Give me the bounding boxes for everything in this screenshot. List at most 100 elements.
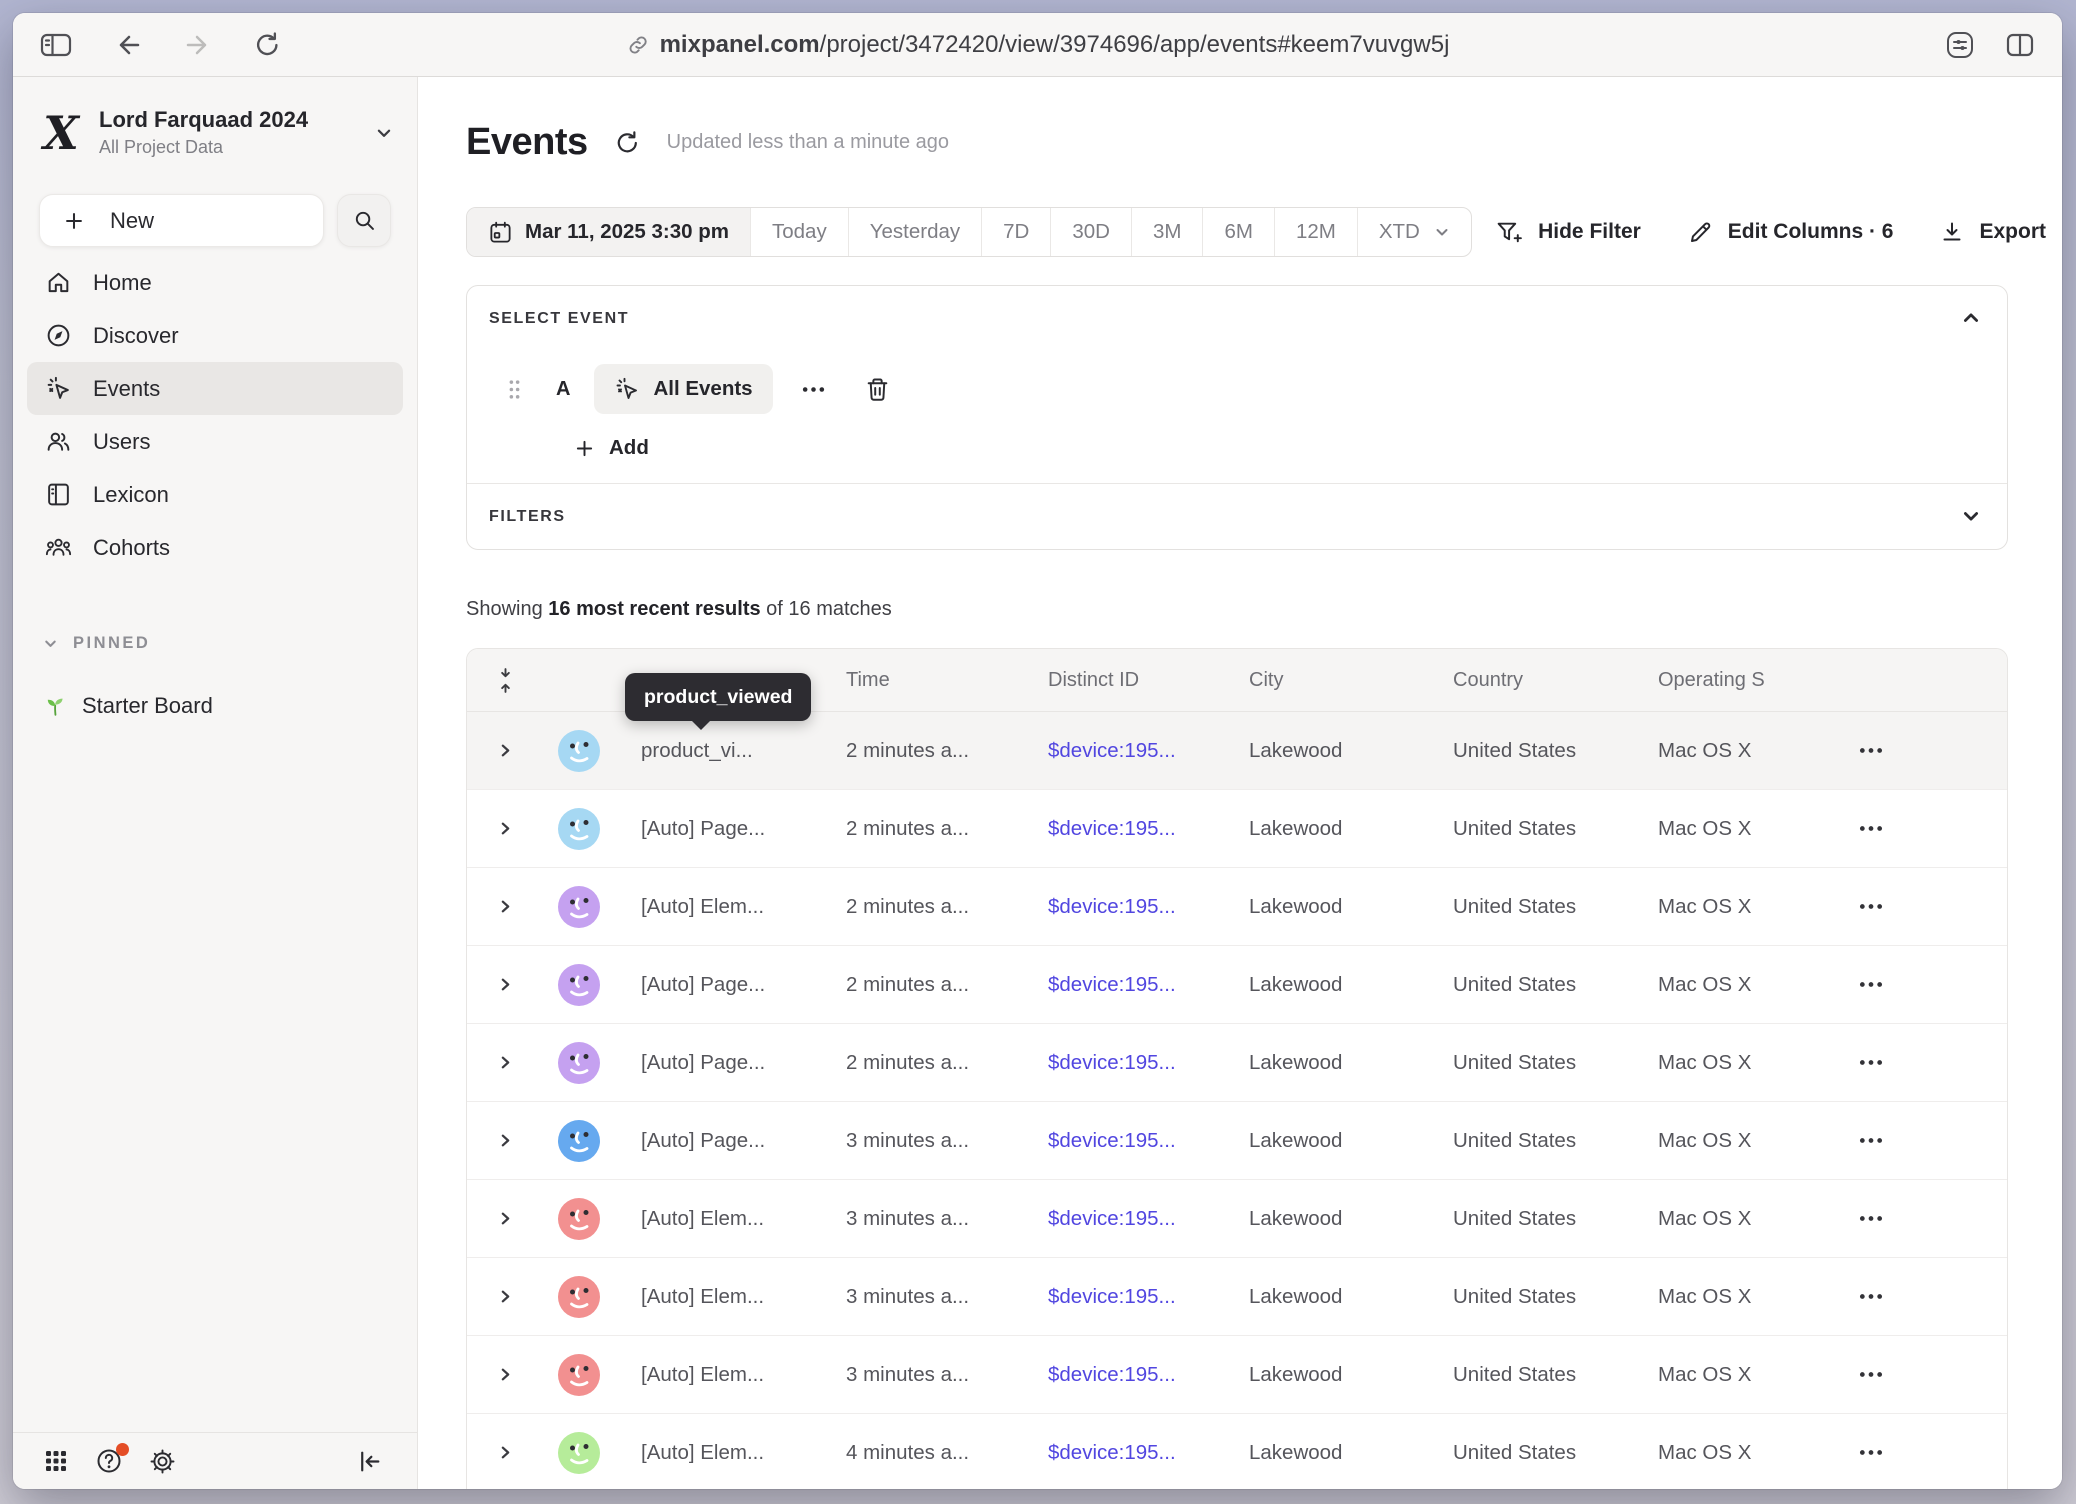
distinct-id-link[interactable]: $device:195... — [1048, 895, 1249, 919]
row-actions-icon[interactable] — [1858, 1136, 1888, 1145]
expand-row-icon[interactable] — [497, 1132, 514, 1149]
back-icon[interactable] — [113, 30, 143, 60]
date-range-6m[interactable]: 6M — [1202, 208, 1273, 256]
table-row[interactable]: [Auto] Elem...3 minutes a...$device:195.… — [467, 1258, 2007, 1336]
date-range-xtd[interactable]: XTD — [1357, 208, 1471, 256]
column-header-country[interactable]: Country — [1453, 669, 1658, 692]
reload-icon[interactable] — [253, 30, 282, 59]
date-range-custom[interactable]: Mar 11, 2025 3:30 pm — [467, 208, 750, 256]
expand-row-icon[interactable] — [497, 1444, 514, 1461]
column-header-distinct-id[interactable]: Distinct ID — [1048, 669, 1249, 692]
distinct-id-link[interactable]: $device:195... — [1048, 1129, 1249, 1153]
address-bar[interactable]: mixpanel.com/project/3472420/view/397469… — [626, 13, 1450, 77]
time-cell: 3 minutes a... — [846, 1363, 1048, 1387]
forward-icon[interactable] — [183, 30, 213, 60]
date-range-3m[interactable]: 3M — [1131, 208, 1202, 256]
more-options-icon[interactable] — [801, 385, 826, 394]
expand-row-icon[interactable] — [497, 898, 514, 915]
city-cell: Lakewood — [1249, 895, 1453, 919]
sidebar-item-discover[interactable]: Discover — [27, 309, 403, 362]
table-row[interactable]: [Auto] Page...2 minutes a...$device:195.… — [467, 946, 2007, 1024]
distinct-id-link[interactable]: $device:195... — [1048, 1285, 1249, 1309]
expand-row-icon[interactable] — [497, 1054, 514, 1071]
city-cell: Lakewood — [1249, 817, 1453, 841]
row-actions-icon[interactable] — [1858, 1292, 1888, 1301]
table-row[interactable]: [Auto] Elem...3 minutes a...$device:195.… — [467, 1180, 2007, 1258]
sidebar-item-lexicon[interactable]: Lexicon — [27, 468, 403, 521]
date-range-today[interactable]: Today — [750, 208, 848, 256]
os-cell: Mac OS X — [1658, 1441, 1840, 1465]
table-row[interactable]: [Auto] Page...2 minutes a...$device:195.… — [467, 1024, 2007, 1102]
date-range-yesterday[interactable]: Yesterday — [848, 208, 981, 256]
link-icon — [626, 33, 650, 57]
pinned-section-header[interactable]: PINNED — [43, 634, 417, 653]
sidebar-item-events[interactable]: Events — [27, 362, 403, 415]
table-row[interactable]: [Auto] Elem...3 minutes a...$device:195.… — [467, 1336, 2007, 1414]
time-cell: 2 minutes a... — [846, 817, 1048, 841]
distinct-id-link[interactable]: $device:195... — [1048, 1441, 1249, 1465]
hide-filter-button[interactable]: Hide Filter — [1495, 219, 1641, 246]
row-actions-icon[interactable] — [1858, 1370, 1888, 1379]
chevron-down-icon[interactable] — [1961, 506, 1981, 526]
city-cell: Lakewood — [1249, 1051, 1453, 1075]
expand-row-icon[interactable] — [497, 820, 514, 837]
filters-section[interactable]: FILTERS — [467, 483, 2007, 549]
event-selector[interactable]: All Events — [594, 364, 772, 414]
table-row[interactable]: [Auto] Elem...4 minutes a...$device:195.… — [467, 1414, 2007, 1489]
date-range-12m[interactable]: 12M — [1274, 208, 1357, 256]
expand-row-icon[interactable] — [497, 1210, 514, 1227]
collapse-sidebar-icon[interactable] — [356, 1448, 383, 1475]
row-actions-icon[interactable] — [1858, 824, 1888, 833]
collapse-rows-icon[interactable] — [496, 666, 515, 695]
row-actions-icon[interactable] — [1858, 1214, 1888, 1223]
expand-row-icon[interactable] — [497, 1288, 514, 1305]
date-range-30d[interactable]: 30D — [1050, 208, 1131, 256]
apps-grid-icon[interactable] — [43, 1448, 69, 1474]
project-switcher[interactable]: X Lord Farquaad 2024 All Project Data — [13, 77, 417, 158]
distinct-id-link[interactable]: $device:195... — [1048, 739, 1249, 763]
export-button[interactable]: Export — [1939, 219, 2046, 245]
distinct-id-link[interactable]: $device:195... — [1048, 1207, 1249, 1231]
city-cell: Lakewood — [1249, 1129, 1453, 1153]
settings-gear-icon[interactable] — [149, 1448, 176, 1475]
column-header-city[interactable]: City — [1249, 669, 1453, 692]
row-actions-icon[interactable] — [1858, 1448, 1888, 1457]
distinct-id-link[interactable]: $device:195... — [1048, 1363, 1249, 1387]
sidebar-item-label: Events — [93, 376, 160, 402]
row-actions-icon[interactable] — [1858, 980, 1888, 989]
column-header-operating-s[interactable]: Operating S — [1658, 669, 1840, 692]
event-name-cell: [Auto] Elem... — [615, 1441, 846, 1465]
table-row[interactable]: [Auto] Page...2 minutes a...$device:195.… — [467, 790, 2007, 868]
add-event-button[interactable]: Add — [573, 436, 693, 460]
help-icon[interactable] — [95, 1447, 123, 1475]
country-cell: United States — [1453, 1363, 1658, 1387]
row-actions-icon[interactable] — [1858, 1058, 1888, 1067]
distinct-id-link[interactable]: $device:195... — [1048, 973, 1249, 997]
expand-row-icon[interactable] — [497, 1366, 514, 1383]
row-actions-icon[interactable] — [1858, 746, 1888, 755]
sidebar-item-users[interactable]: Users — [27, 415, 403, 468]
expand-row-icon[interactable] — [497, 742, 514, 759]
row-actions-icon[interactable] — [1858, 902, 1888, 911]
distinct-id-link[interactable]: $device:195... — [1048, 1051, 1249, 1075]
split-view-icon[interactable] — [2004, 30, 2036, 60]
calendar-icon — [488, 220, 513, 245]
sidebar-toggle-icon[interactable] — [39, 30, 73, 60]
delete-clause-icon[interactable] — [864, 376, 891, 403]
column-header-time[interactable]: Time — [846, 669, 1048, 692]
date-range-7d[interactable]: 7D — [981, 208, 1050, 256]
expand-row-icon[interactable] — [497, 976, 514, 993]
sidebar-item-home[interactable]: Home — [27, 256, 403, 309]
new-button[interactable]: New — [39, 194, 324, 247]
sidebar-item-starter-board[interactable]: Starter Board — [43, 693, 417, 719]
page-settings-icon[interactable] — [1944, 29, 1976, 61]
chevron-up-icon[interactable] — [1961, 308, 1981, 328]
distinct-id-link[interactable]: $device:195... — [1048, 817, 1249, 841]
search-button[interactable] — [337, 194, 391, 247]
sidebar-item-cohorts[interactable]: Cohorts — [27, 521, 403, 574]
edit-columns-button[interactable]: Edit Columns · 6 — [1687, 219, 1894, 246]
drag-handle-icon[interactable] — [507, 378, 522, 401]
table-row[interactable]: [Auto] Page...3 minutes a...$device:195.… — [467, 1102, 2007, 1180]
refresh-icon[interactable] — [614, 129, 641, 156]
table-row[interactable]: [Auto] Elem...2 minutes a...$device:195.… — [467, 868, 2007, 946]
